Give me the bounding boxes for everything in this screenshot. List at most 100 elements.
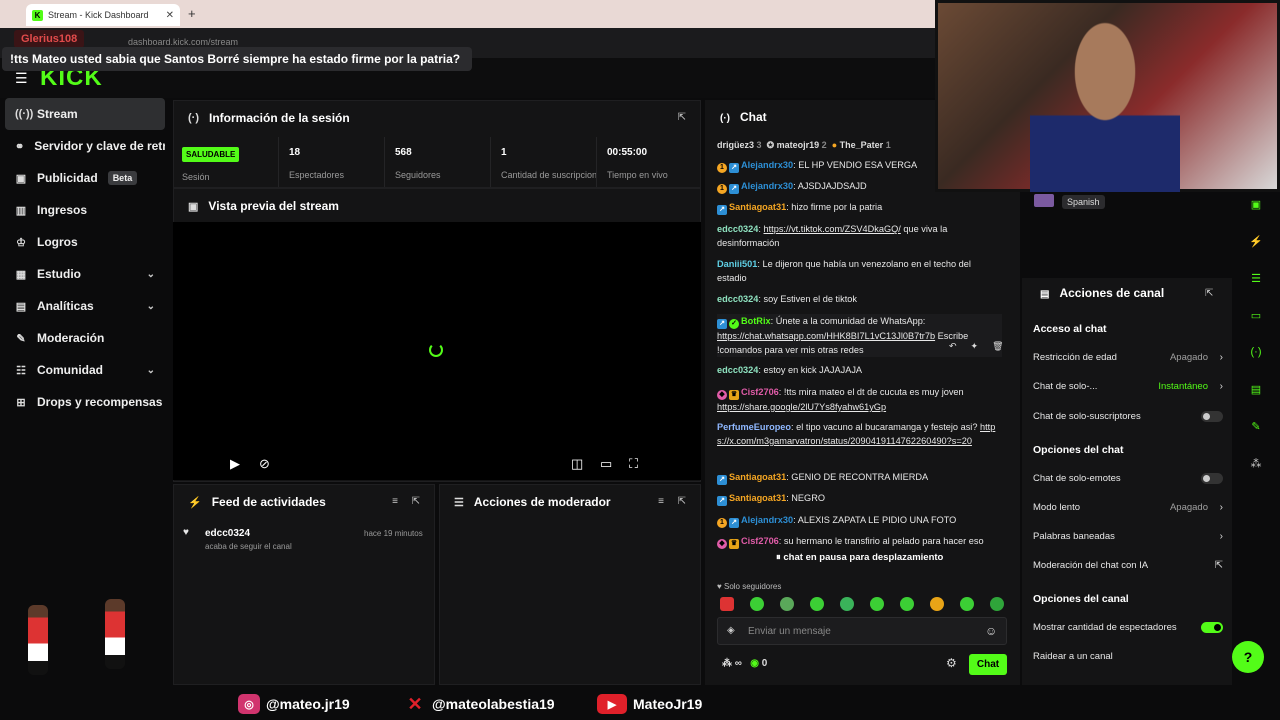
chat-message[interactable]: edcc0324: https://vt.tiktok.com/ZSV4DkaG…: [717, 222, 1002, 250]
rail-broadcast-icon[interactable]: (·): [1244, 340, 1268, 364]
address-url[interactable]: dashboard.kick.com/stream: [128, 37, 238, 47]
emoji-icon[interactable]: ☺: [985, 624, 997, 638]
pin-icon[interactable]: ✦: [971, 341, 979, 352]
sidebar-item-income[interactable]: ▥ Ingresos: [5, 194, 165, 226]
row-banned-words[interactable]: Palabras baneadas ›: [1033, 531, 1223, 542]
popout-icon[interactable]: ⇱: [678, 496, 686, 507]
sidebar-item-moderation[interactable]: ✎ Moderación: [5, 322, 165, 354]
emote-icon[interactable]: [750, 597, 764, 611]
sidebar-item-server-key[interactable]: ⚭ Servidor y clave de retransmisión: [5, 130, 165, 162]
support-button[interactable]: ?: [1232, 641, 1264, 673]
rail-layout-icon[interactable]: ▣: [1244, 192, 1268, 216]
browser-tab[interactable]: K Stream - Kick Dashboard ✕: [26, 4, 180, 26]
emote-icon[interactable]: [930, 597, 944, 611]
rail-users-icon[interactable]: ⁂: [1244, 451, 1268, 475]
chat-message[interactable]: edcc0324: estoy en kick JAJAJAJA: [717, 363, 1002, 377]
video-icon: ▣: [188, 200, 199, 213]
emote-icon[interactable]: [900, 597, 914, 611]
chat-message[interactable]: PerfumeEuropeo: el tipo vacuno al bucara…: [717, 420, 1002, 448]
chat-username[interactable]: Cisf2706: [741, 387, 779, 397]
chat-message[interactable]: 1 ↗ Alejandrx30: ALEXIS ZAPATA LE PIDIO UN…: [717, 513, 1002, 528]
sidebar-item-studio[interactable]: ▦ Estudio ⌄: [5, 258, 165, 290]
sidebar-item-drops[interactable]: ⊞ Drops y recompensas: [5, 386, 165, 418]
delete-icon[interactable]: 🗑: [992, 341, 1003, 352]
chat-username[interactable]: Alejandrx30: [741, 181, 793, 191]
filter-icon[interactable]: ≡: [392, 496, 398, 507]
emote-icon[interactable]: [780, 597, 794, 611]
emote-icon[interactable]: [720, 597, 734, 611]
chat-paused-pill[interactable]: ⏸ chat en pausa para desplazamiento: [770, 549, 950, 566]
chat-username[interactable]: BotRix: [741, 316, 771, 326]
heart-icon: ♥: [183, 527, 189, 538]
chat-message[interactable]: ↗ Santiagoat31: hizo firme por la patria: [717, 200, 1002, 215]
close-tab-icon[interactable]: ✕: [166, 10, 174, 21]
chat-username[interactable]: Santiagoat31: [729, 472, 786, 482]
send-chat-button[interactable]: Chat: [969, 654, 1007, 675]
viewer-count-toggle[interactable]: [1201, 622, 1223, 633]
chat-link[interactable]: https://vt.tiktok.com/ZSV4DkaGQ/: [764, 224, 901, 234]
emote-icon[interactable]: [870, 597, 884, 611]
rail-list-icon[interactable]: ☰: [1244, 266, 1268, 290]
emote-only-toggle[interactable]: [1201, 473, 1223, 484]
sidebar-item-analytics[interactable]: ▤ Analíticas ⌄: [5, 290, 165, 322]
new-tab-button[interactable]: +: [188, 6, 196, 21]
emote-icon[interactable]: [990, 597, 1004, 611]
rail-server-icon[interactable]: ▤: [1244, 377, 1268, 401]
top-user[interactable]: drigüez3: [717, 140, 754, 150]
rail-wrench-icon[interactable]: ✎: [1244, 414, 1268, 438]
player-figure: [105, 599, 125, 669]
chat-username[interactable]: Alejandrx30: [741, 515, 793, 525]
chat-username[interactable]: Daniii501: [717, 259, 757, 269]
top-user[interactable]: The_Pater: [840, 140, 884, 150]
filter-icon[interactable]: ≡: [658, 496, 664, 507]
chat-username[interactable]: Cisf2706: [741, 536, 779, 546]
popout-icon[interactable]: ⇱: [412, 496, 420, 507]
top-user[interactable]: mateojr19: [777, 140, 820, 150]
chat-username[interactable]: edcc0324: [717, 365, 758, 375]
chat-message[interactable]: Daniii501: Le dijeron que había un venez…: [717, 257, 1002, 285]
mute-icon[interactable]: ⊘: [259, 456, 270, 472]
play-icon[interactable]: ▶: [230, 456, 240, 472]
fullscreen-icon[interactable]: ⛶: [629, 456, 638, 472]
row-raid-channel[interactable]: Raidear a un canal: [1033, 651, 1223, 662]
chat-username[interactable]: Santiagoat31: [729, 202, 786, 212]
sidebar-item-ads[interactable]: ▣ Publicidad Beta: [5, 162, 165, 194]
chat-message[interactable]: edcc0324: soy Estiven el de tiktok: [717, 292, 1002, 306]
row-age-restriction[interactable]: Restricción de edad Apagado ›: [1033, 352, 1223, 363]
chat-username[interactable]: edcc0324: [717, 294, 758, 304]
chat-username[interactable]: edcc0324: [717, 224, 758, 234]
row-ai-moderation[interactable]: Moderación del chat con IA ⇱: [1033, 560, 1223, 571]
picture-in-picture-icon[interactable]: ◫: [571, 456, 583, 472]
feed-item-user[interactable]: edcc0324: [205, 528, 250, 539]
rail-chat-icon[interactable]: ▭: [1244, 303, 1268, 327]
popout-icon[interactable]: ⇱: [1205, 288, 1213, 299]
kick-coin-icon: ◉: [750, 658, 759, 669]
emote-icon[interactable]: [960, 597, 974, 611]
row-subscribers-only-chat[interactable]: Chat de solo-suscriptores: [1033, 411, 1223, 422]
chat-username[interactable]: Alejandrx30: [741, 160, 793, 170]
subscribers-only-toggle[interactable]: [1201, 411, 1223, 422]
chat-message[interactable]: ↗ Santiagoat31: GENIO DE RECONTRA MIERDA: [717, 470, 1002, 485]
row-slow-mode[interactable]: Modo lento Apagado ›: [1033, 502, 1223, 513]
sidebar-item-stream[interactable]: ((·)) Stream: [5, 98, 165, 130]
sidebar-item-achievements[interactable]: ♔ Logros: [5, 226, 165, 258]
gear-icon[interactable]: ⚙: [946, 656, 957, 670]
rail-bolt-icon[interactable]: ⚡: [1244, 229, 1268, 253]
reply-icon[interactable]: ↶: [949, 341, 957, 352]
row-emote-only-chat[interactable]: Chat de solo-emotes: [1033, 473, 1223, 484]
chat-link[interactable]: https://share.google/2lU7Ys8fyahw61yGp: [717, 402, 886, 412]
chat-username[interactable]: PerfumeEuropeo: [717, 422, 791, 432]
sidebar-item-community[interactable]: ☷ Comunidad ⌄: [5, 354, 165, 386]
chat-link[interactable]: https://chat.whatsapp.com/HHK8BI7L1vC13J…: [717, 331, 935, 341]
row-followers-only-chat[interactable]: Chat de solo-... Instantáneo ›: [1033, 381, 1223, 392]
row-value: Instantáneo: [1158, 381, 1208, 392]
chat-username[interactable]: Santiagoat31: [729, 493, 786, 503]
hamburger-menu-icon[interactable]: ☰: [15, 70, 28, 87]
emote-icon[interactable]: [840, 597, 854, 611]
emote-icon[interactable]: [810, 597, 824, 611]
chat-message[interactable]: ◆ ♛ Cisf2706: !tts mira mateo el dt de cuc…: [717, 385, 1002, 414]
theater-mode-icon[interactable]: ▭: [600, 456, 612, 472]
popout-icon[interactable]: ⇱: [678, 112, 686, 123]
chat-message[interactable]: ↗ Santiagoat31: NEGRO: [717, 491, 1002, 506]
row-show-viewer-count[interactable]: Mostrar cantidad de espectadores: [1033, 622, 1223, 633]
